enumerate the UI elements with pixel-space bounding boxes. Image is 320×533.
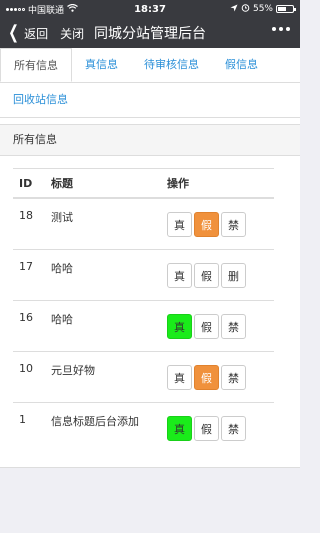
- row-id: 1: [13, 402, 45, 453]
- tab-recycle[interactable]: 回收站信息: [0, 83, 81, 117]
- battery-icon: [276, 5, 296, 13]
- row-actions: 真假禁: [161, 300, 274, 352]
- ban-button[interactable]: 禁: [221, 211, 246, 237]
- mark-fake-button[interactable]: 假: [194, 364, 219, 390]
- row-actions: 真假删: [161, 249, 274, 301]
- row-id: 18: [13, 197, 45, 250]
- ban-button[interactable]: 禁: [221, 415, 246, 441]
- battery-percent: 55%: [252, 4, 273, 14]
- carrier-label: 中国联通: [28, 5, 65, 16]
- row-title: 元旦好物: [45, 351, 161, 403]
- mark-true-button[interactable]: 真: [167, 211, 192, 237]
- tab-pending[interactable]: 待审核信息: [131, 48, 212, 82]
- row-title: 测试: [45, 197, 161, 250]
- col-header-title: 标题: [45, 168, 161, 199]
- row-title: 哈哈: [45, 300, 161, 352]
- row-actions: 真假禁: [161, 197, 274, 250]
- tab-all[interactable]: 所有信息: [0, 48, 72, 82]
- table-row: 1 信息标题后台添加真假禁: [13, 402, 274, 453]
- row-title: 信息标题后台添加: [45, 402, 161, 453]
- info-table: ID 标题 操作 18 测试真假禁 17 哈哈真假删 16 哈哈真假禁 10 元旦好物真假禁 1…: [13, 168, 274, 453]
- wifi-icon: [67, 3, 78, 15]
- row-actions: 真假禁: [161, 402, 274, 453]
- mark-true-button[interactable]: 真: [167, 364, 192, 390]
- signal-icon: [6, 7, 25, 11]
- status-bar: 中国联通 18:37 55%: [0, 0, 300, 18]
- more-options-icon[interactable]: [272, 27, 290, 31]
- mark-true-button[interactable]: 真: [167, 262, 192, 288]
- table-row: 17 哈哈真假删: [13, 249, 274, 301]
- chevron-left-icon: ❮: [8, 22, 19, 43]
- table-row: 18 测试真假禁: [13, 197, 274, 250]
- ban-button[interactable]: 禁: [221, 313, 246, 339]
- back-label: 返回: [24, 26, 49, 41]
- tab-fake[interactable]: 假信息: [212, 48, 271, 82]
- mark-true-button[interactable]: 真: [167, 415, 192, 441]
- mark-fake-button[interactable]: 假: [194, 211, 219, 237]
- row-id: 16: [13, 300, 45, 352]
- col-header-id: ID: [13, 168, 45, 199]
- battery-level: [278, 7, 286, 11]
- row-id: 10: [13, 351, 45, 403]
- nav-bar: ❮ 返回 关闭 同城分站管理后台: [0, 18, 300, 48]
- ban-button[interactable]: 禁: [221, 364, 246, 390]
- col-header-actions: 操作: [161, 168, 274, 199]
- table-row: 10 元旦好物真假禁: [13, 351, 274, 403]
- table-row: 16 哈哈真假禁: [13, 300, 274, 352]
- tab-bar: 所有信息 真信息 待审核信息 假信息 回收站信息: [0, 48, 300, 118]
- tab-true[interactable]: 真信息: [72, 48, 131, 82]
- row-id: 17: [13, 249, 45, 301]
- back-button[interactable]: ❮ 返回: [6, 24, 48, 42]
- row-actions: 真假禁: [161, 351, 274, 403]
- info-panel: 所有信息 ID 标题 操作 18 测试真假禁 17 哈哈真假删 16 哈哈真假禁 10 元旦好…: [0, 124, 300, 468]
- mark-fake-button[interactable]: 假: [194, 262, 219, 288]
- close-button[interactable]: 关闭: [60, 25, 84, 42]
- mark-true-button[interactable]: 真: [167, 313, 192, 339]
- location-icon: [230, 4, 238, 15]
- mark-fake-button[interactable]: 假: [194, 313, 219, 339]
- panel-heading: 所有信息: [0, 124, 300, 156]
- top-bar: 中国联通 18:37 55% ❮ 返回 关闭 同城分站管理后台: [0, 0, 300, 48]
- row-title: 哈哈: [45, 249, 161, 301]
- mark-fake-button[interactable]: 假: [194, 415, 219, 441]
- delete-button[interactable]: 删: [221, 262, 246, 288]
- alarm-icon: [241, 3, 250, 15]
